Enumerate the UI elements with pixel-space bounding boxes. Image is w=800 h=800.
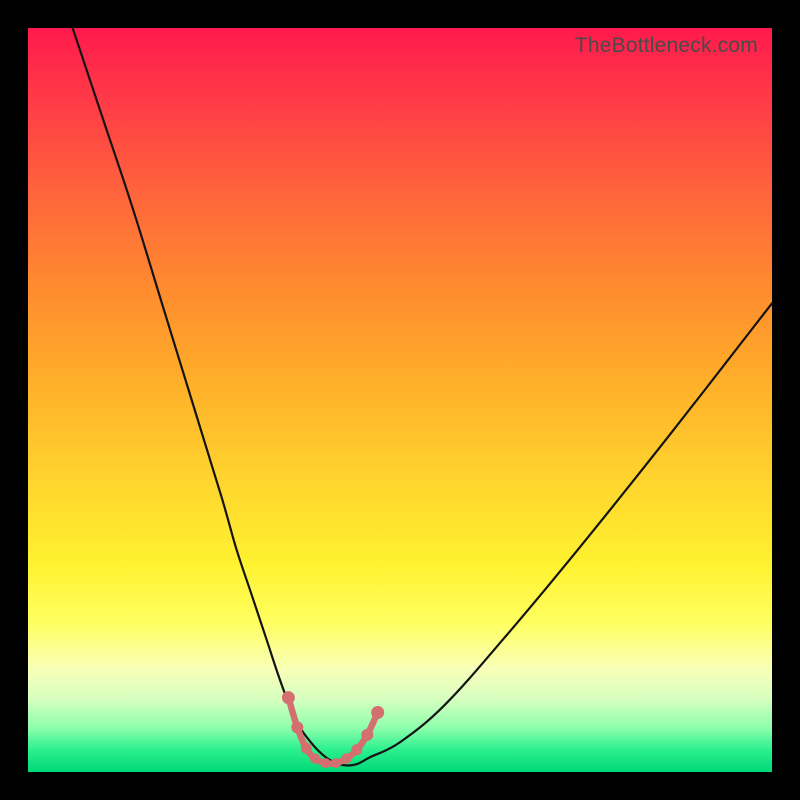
bead-marker: [310, 753, 320, 763]
bead-marker: [351, 744, 362, 755]
chart-svg: [28, 28, 772, 772]
bead-marker: [361, 729, 373, 741]
outer-frame: TheBottleneck.com: [0, 0, 800, 800]
plot-area: TheBottleneck.com: [28, 28, 772, 772]
bead-marker: [371, 706, 384, 719]
bead-marker: [331, 758, 341, 768]
bottleneck-curve: [73, 28, 772, 766]
bead-marker: [301, 743, 312, 754]
bead-marker: [321, 758, 331, 768]
beads-group: [282, 691, 384, 768]
bead-marker: [341, 753, 351, 763]
bead-marker: [282, 691, 295, 704]
bead-marker: [291, 721, 303, 733]
